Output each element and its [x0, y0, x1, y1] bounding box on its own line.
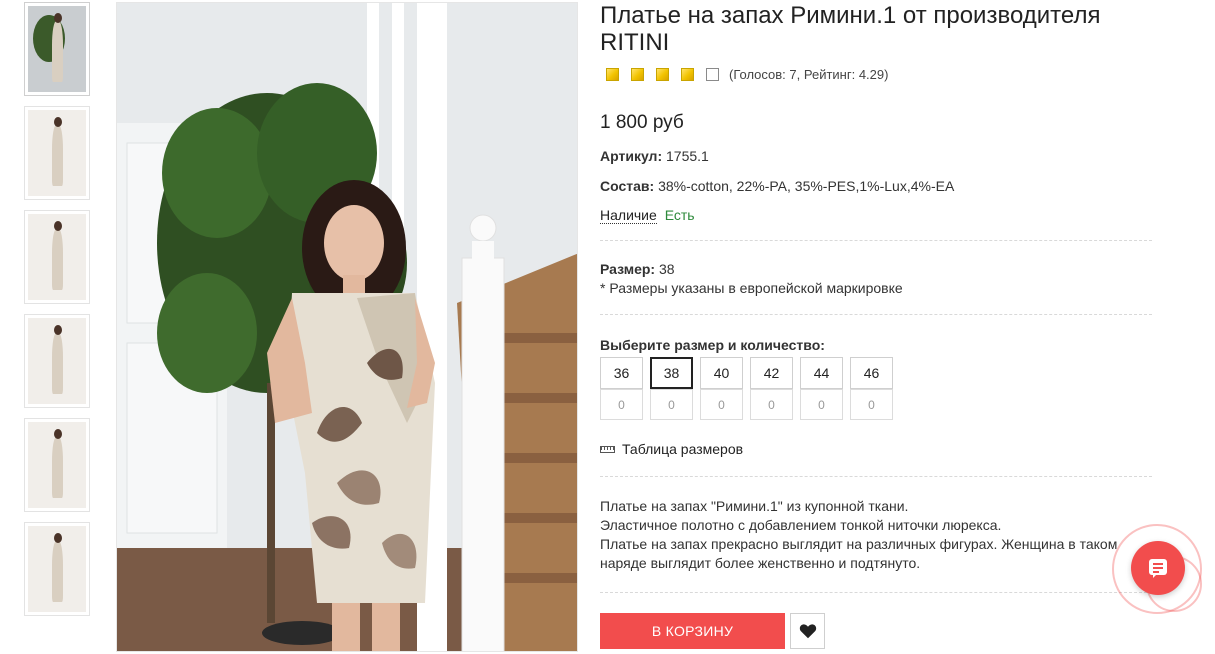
article-value: 1755.1 [666, 148, 709, 164]
size-button-36[interactable]: 36 [600, 357, 643, 389]
thumbnail-image [28, 214, 86, 300]
composition-value: 38%-cotton, 22%-PA, 35%-PES,1%-Lux,4%-EA [658, 178, 955, 194]
thumbnail-image [28, 422, 86, 508]
product-description: Платье на запах "Римини.1" из купонной т… [600, 497, 1160, 573]
heart-icon [799, 624, 816, 639]
rating-votes: (Голосов: 7, Рейтинг: 4.29) [729, 66, 889, 82]
size-button-40[interactable]: 40 [700, 357, 743, 389]
size-option: 42 0 [750, 357, 793, 420]
size-button-42[interactable]: 42 [750, 357, 793, 389]
quantity-input-44[interactable]: 0 [800, 389, 843, 420]
size-row: Размер: 38 [600, 261, 1160, 277]
divider [600, 314, 1152, 315]
thumbnail-image [28, 318, 86, 404]
add-to-cart-button[interactable]: В КОРЗИНУ [600, 613, 785, 649]
thumbnail-4[interactable] [24, 314, 90, 408]
star-empty-icon[interactable] [706, 67, 719, 81]
product-photo-illustration [117, 3, 577, 651]
size-label: Размер: [600, 261, 656, 277]
chat-icon [1149, 559, 1167, 578]
rating: (Голосов: 7, Рейтинг: 4.29) [606, 66, 1160, 82]
thumbnail-2[interactable] [24, 106, 90, 200]
size-option: 38 0 [650, 357, 693, 420]
size-selector: 36 0 38 0 40 0 42 0 44 0 46 0 [600, 357, 1160, 420]
description-line: Платье на запах прекрасно выглядит на ра… [600, 536, 1118, 552]
availability-value: Есть [664, 207, 695, 223]
description-line: Платье на запах "Римини.1" из купонной т… [600, 498, 909, 514]
description-line: Эластичное полотно с добавлением тонкой … [600, 517, 1002, 533]
article-label: Артикул: [600, 148, 663, 164]
thumbnail-image [28, 110, 86, 196]
star-icon[interactable] [681, 67, 694, 81]
quantity-input-40[interactable]: 0 [700, 389, 743, 420]
size-option: 46 0 [850, 357, 893, 420]
article-row: Артикул: 1755.1 [600, 148, 1160, 164]
availability-row: Наличие Есть [600, 207, 1160, 224]
composition-row: Состав: 38%-cotton, 22%-PA, 35%-PES,1%-L… [600, 178, 1160, 194]
size-table-link[interactable]: Таблица размеров [600, 441, 1160, 457]
product-price: 1 800 руб [600, 112, 684, 133]
thumbnail-3[interactable] [24, 210, 90, 304]
quantity-input-36[interactable]: 0 [600, 389, 643, 420]
choose-size-label: Выберите размер и количество: [600, 337, 825, 353]
divider [600, 476, 1152, 477]
star-icon[interactable] [631, 67, 644, 81]
thumbnail-1[interactable] [24, 2, 90, 96]
size-button-38[interactable]: 38 [650, 357, 693, 389]
main-product-image[interactable] [116, 2, 578, 652]
divider [600, 592, 1152, 593]
star-icon[interactable] [606, 67, 619, 81]
size-option: 40 0 [700, 357, 743, 420]
thumbnail-5[interactable] [24, 418, 90, 512]
size-option: 44 0 [800, 357, 843, 420]
quantity-input-46[interactable]: 0 [850, 389, 893, 420]
quantity-input-42[interactable]: 0 [750, 389, 793, 420]
ruler-icon [600, 445, 615, 453]
composition-label: Состав: [600, 178, 655, 194]
size-value: 38 [658, 261, 675, 277]
chat-button[interactable] [1131, 541, 1185, 595]
availability-label[interactable]: Наличие [600, 207, 657, 224]
favorite-button[interactable] [790, 613, 825, 649]
thumbnail-image [28, 526, 86, 612]
size-button-44[interactable]: 44 [800, 357, 843, 389]
product-title: Платье на запах Римини.1 от производител… [600, 2, 1101, 56]
quantity-input-38[interactable]: 0 [650, 389, 693, 420]
size-table-label: Таблица размеров [622, 441, 744, 457]
description-line: наряде выглядит более женственно и подтя… [600, 555, 921, 571]
size-note: * Размеры указаны в европейской маркиров… [600, 280, 903, 296]
star-icon[interactable] [656, 67, 669, 81]
size-button-46[interactable]: 46 [850, 357, 893, 389]
size-option: 36 0 [600, 357, 643, 420]
thumbnail-list [24, 2, 92, 626]
thumbnail-6[interactable] [24, 522, 90, 616]
product-info: Платье на запах Римини.1 от производител… [600, 0, 1160, 649]
divider [600, 240, 1152, 241]
product-actions: В КОРЗИНУ [600, 613, 1160, 649]
thumbnail-image [28, 6, 86, 92]
